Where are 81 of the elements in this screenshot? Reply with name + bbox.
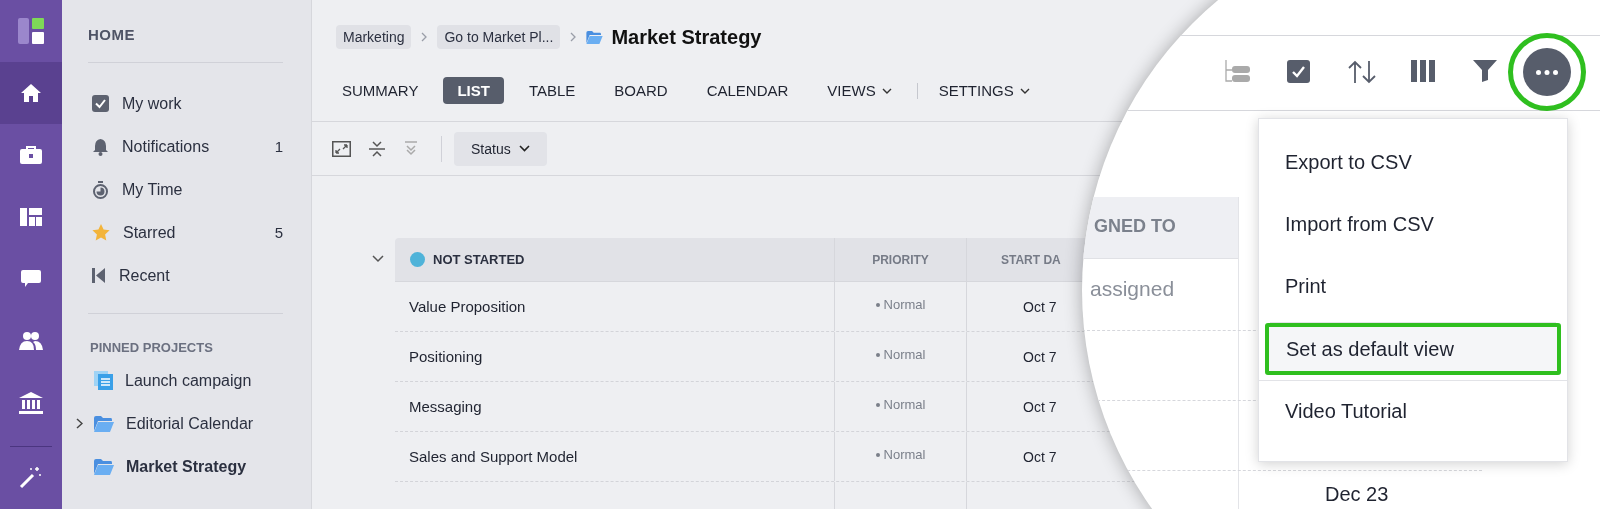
priority-label: Normal <box>883 297 926 312</box>
checkbox-icon[interactable] <box>1287 60 1310 83</box>
breadcrumb-link[interactable]: Go to Market Pl... <box>437 25 561 49</box>
star-icon <box>92 224 110 241</box>
stopwatch-icon <box>92 180 109 199</box>
bell-icon <box>92 137 109 156</box>
project-item[interactable]: Launch campaign <box>76 359 283 402</box>
count-label: 1 <box>274 138 283 155</box>
menu-item[interactable]: Print <box>1259 255 1567 317</box>
chevron-right-icon <box>421 32 428 42</box>
count-label: 5 <box>274 224 283 241</box>
priority-label: Normal <box>883 397 926 412</box>
list-document-icon <box>94 371 113 390</box>
sidebar-item[interactable]: My Time <box>88 168 283 211</box>
folder-icon <box>94 458 114 475</box>
bullet-icon <box>875 402 880 407</box>
menu-item[interactable]: Export to CSV <box>1259 131 1567 193</box>
collapse-icon[interactable] <box>369 140 385 157</box>
checkbox-icon <box>92 95 109 112</box>
project-item[interactable]: Market Strategy <box>76 445 283 488</box>
project-item[interactable]: Editorial Calendar <box>76 402 283 445</box>
logo-icon <box>18 18 44 44</box>
folder-icon <box>586 30 604 44</box>
filter-icon[interactable] <box>1473 60 1497 82</box>
view-tab[interactable]: VIEWS <box>813 77 906 104</box>
chevron-right-icon <box>570 32 577 42</box>
sidebar-item[interactable]: My work <box>88 82 283 125</box>
assignee-label: assigned <box>1090 277 1175 301</box>
folder-icon <box>94 415 114 432</box>
priority-label: Normal <box>883 447 926 462</box>
rail-button[interactable] <box>0 62 62 124</box>
page-title: Market Strategy <box>611 25 762 49</box>
sidebar-item[interactable]: Recent <box>88 254 283 297</box>
column-header: GNED TO <box>1094 216 1176 237</box>
date-label: Oct 7 <box>1023 348 1057 365</box>
caret-icon <box>1019 87 1030 94</box>
more-icon <box>1536 69 1558 75</box>
sort-icon[interactable] <box>1348 60 1376 84</box>
sidebar-item[interactable]: Notifications 1 <box>88 125 283 168</box>
view-tab[interactable]: BOARD <box>600 77 682 104</box>
menu-item[interactable]: Import from CSV <box>1259 193 1567 255</box>
task-name[interactable]: Sales and Support Model <box>409 448 578 465</box>
view-tab[interactable]: TABLE <box>514 77 590 104</box>
priority-label: Normal <box>883 347 926 362</box>
view-tab[interactable]: CALENDAR <box>692 77 803 104</box>
sidebar-item[interactable]: Starred 5 <box>88 211 283 254</box>
bank-icon <box>19 392 43 414</box>
chevron-down-icon[interactable] <box>372 255 384 263</box>
expand-icon[interactable] <box>332 140 351 157</box>
column-header: PRIORITY <box>835 238 967 281</box>
caret-icon <box>518 145 530 152</box>
home-icon <box>20 83 42 103</box>
task-name[interactable]: Value Proposition <box>409 298 526 315</box>
dashboard-icon <box>20 208 42 226</box>
menu-item[interactable]: Set as default view <box>1265 323 1561 375</box>
task-name[interactable]: Messaging <box>409 398 482 415</box>
section-title: HOME <box>88 26 136 43</box>
column-header: START DA <box>1000 251 1062 269</box>
more-button[interactable] <box>1523 48 1571 96</box>
magic-wand-icon <box>19 465 43 489</box>
date-label: Dec 23 <box>1325 483 1389 506</box>
people-icon <box>19 331 43 351</box>
date-label: Oct 7 <box>1023 298 1057 315</box>
task-name[interactable]: Positioning <box>409 348 483 365</box>
status-label: NOT STARTED <box>433 252 525 267</box>
date-label: Oct 7 <box>1023 448 1057 465</box>
view-tab[interactable]: SUMMARY <box>328 77 433 104</box>
chat-icon <box>20 269 42 289</box>
bullet-icon <box>875 302 880 307</box>
bullet-icon <box>875 452 880 457</box>
bullet-icon <box>875 352 880 357</box>
breadcrumb-link[interactable]: Marketing <box>336 25 412 49</box>
briefcase-icon <box>19 145 43 165</box>
group-by-dropdown[interactable]: Status <box>454 131 547 166</box>
chevron-right-icon[interactable] <box>76 418 83 429</box>
date-label: Oct 7 <box>1023 398 1057 415</box>
columns-icon[interactable] <box>1411 60 1435 82</box>
skip-back-icon <box>92 268 106 283</box>
caret-icon <box>881 87 892 94</box>
section-title: PINNED PROJECTS <box>89 340 214 355</box>
view-tab[interactable]: LIST <box>443 77 504 104</box>
